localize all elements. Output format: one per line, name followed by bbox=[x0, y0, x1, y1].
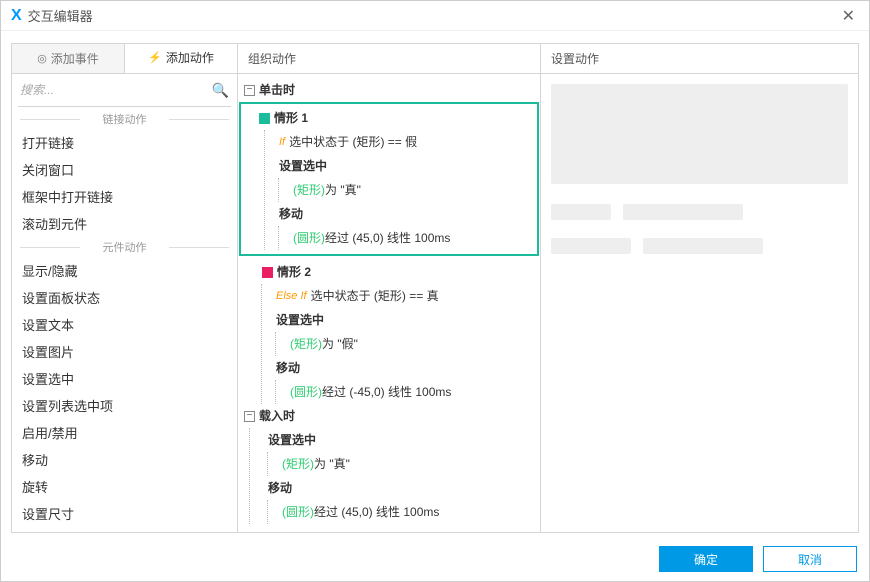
load-a2-target: (圆形) bbox=[282, 502, 314, 522]
collapse-icon[interactable]: − bbox=[244, 411, 255, 422]
load-action1-label[interactable]: 设置选中 bbox=[262, 428, 540, 452]
event-onclick-label: 单击时 bbox=[259, 80, 295, 100]
case2-a1-rest: 为 "假" bbox=[322, 334, 358, 354]
action-tree: − 单击时 情形 1 If 选中状态于 (矩形) == 假 设置选中 bbox=[238, 74, 540, 532]
right-header: 设置动作 bbox=[541, 44, 858, 74]
elseif-keyword: Else If bbox=[276, 286, 307, 306]
app-logo-icon: X bbox=[11, 7, 22, 25]
tab-add-event[interactable]: ◎ 添加事件 bbox=[12, 44, 125, 73]
mid-panel: 组织动作 − 单击时 情形 1 If 选中状态于 (矩形) bbox=[238, 43, 541, 533]
action-open-link[interactable]: 打开链接 bbox=[12, 129, 237, 156]
case2-cond-text: 选中状态于 (矩形) == 真 bbox=[311, 286, 439, 306]
case2-name: 情形 2 bbox=[277, 262, 311, 282]
if-keyword: If bbox=[279, 132, 285, 152]
event-onload[interactable]: − 载入时 bbox=[238, 404, 540, 428]
case2-a2-rest: 经过 (-45,0) 线性 100ms bbox=[322, 382, 451, 402]
case1-action1-label[interactable]: 设置选中 bbox=[273, 154, 537, 178]
tab-add-action-label: 添加动作 bbox=[166, 49, 214, 66]
load-a1-rest: 为 "真" bbox=[314, 454, 350, 474]
placeholder-block bbox=[551, 84, 848, 184]
load-a1-target: (矩形) bbox=[282, 454, 314, 474]
placeholder-block bbox=[551, 204, 611, 220]
load-a2-rest: 经过 (45,0) 线性 100ms bbox=[314, 502, 439, 522]
case-badge-icon bbox=[259, 113, 270, 124]
ok-button[interactable]: 确定 bbox=[659, 546, 753, 572]
action-list: 链接动作 打开链接 关闭窗口 框架中打开链接 滚动到元件 元件动作 显示/隐藏 … bbox=[12, 109, 237, 532]
case2-action1-detail[interactable]: (矩形) 为 "假" bbox=[284, 332, 540, 356]
case1-name: 情形 1 bbox=[274, 108, 308, 128]
action-scroll-to[interactable]: 滚动到元件 bbox=[12, 210, 237, 237]
content-area: ◎ 添加事件 ⚡ 添加动作 🔍 链接动作 打开链接 关闭窗口 框架中打开链接 滚… bbox=[1, 31, 869, 537]
case1-a1-target: (矩形) bbox=[293, 180, 325, 200]
case1-box[interactable]: 情形 1 If 选中状态于 (矩形) == 假 设置选中 (矩形) 为 "真" bbox=[239, 102, 539, 256]
interaction-editor-window: X 交互编辑器 ✕ ◎ 添加事件 ⚡ 添加动作 🔍 链接动作 bbox=[0, 0, 870, 582]
case2-a1-target: (矩形) bbox=[290, 334, 322, 354]
event-onload-label: 载入时 bbox=[259, 406, 295, 426]
action-set-list-selected[interactable]: 设置列表选中项 bbox=[12, 392, 237, 419]
load-action1-detail[interactable]: (矩形) 为 "真" bbox=[276, 452, 540, 476]
search-icon[interactable]: 🔍 bbox=[212, 82, 229, 99]
case1-a2-target: (圆形) bbox=[293, 228, 325, 248]
action-set-panel-state[interactable]: 设置面板状态 bbox=[12, 284, 237, 311]
tab-add-action[interactable]: ⚡ 添加动作 bbox=[125, 44, 237, 73]
case1-a2-rest: 经过 (45,0) 线性 100ms bbox=[325, 228, 450, 248]
collapse-icon[interactable]: − bbox=[244, 85, 255, 96]
case2-action1-label[interactable]: 设置选中 bbox=[270, 308, 540, 332]
tab-add-event-label: 添加事件 bbox=[51, 50, 99, 67]
close-icon[interactable]: ✕ bbox=[838, 6, 859, 26]
case1-a1-rest: 为 "真" bbox=[325, 180, 361, 200]
case2-action2-label[interactable]: 移动 bbox=[270, 356, 540, 380]
action-set-size[interactable]: 设置尺寸 bbox=[12, 500, 237, 527]
action-set-image[interactable]: 设置图片 bbox=[12, 338, 237, 365]
placeholder-block bbox=[551, 238, 631, 254]
case2-row[interactable]: 情形 2 bbox=[256, 260, 540, 284]
case1-action2-detail[interactable]: (圆形) 经过 (45,0) 线性 100ms bbox=[287, 226, 537, 250]
action-close-window[interactable]: 关闭窗口 bbox=[12, 156, 237, 183]
case2-a2-target: (圆形) bbox=[290, 382, 322, 402]
section-widget-actions: 元件动作 bbox=[12, 237, 237, 257]
case1-action2-label[interactable]: 移动 bbox=[273, 202, 537, 226]
action-rotate[interactable]: 旋转 bbox=[12, 473, 237, 500]
action-show-hide[interactable]: 显示/隐藏 bbox=[12, 257, 237, 284]
action-set-text[interactable]: 设置文本 bbox=[12, 311, 237, 338]
case1-cond-text: 选中状态于 (矩形) == 假 bbox=[289, 132, 417, 152]
case1-condition[interactable]: If 选中状态于 (矩形) == 假 bbox=[273, 130, 537, 154]
cancel-button[interactable]: 取消 bbox=[763, 546, 857, 572]
placeholder-block bbox=[643, 238, 763, 254]
titlebar: X 交互编辑器 ✕ bbox=[1, 1, 869, 31]
footer: 确定 取消 bbox=[1, 537, 869, 581]
left-panel: ◎ 添加事件 ⚡ 添加动作 🔍 链接动作 打开链接 关闭窗口 框架中打开链接 滚… bbox=[11, 43, 238, 533]
search-input[interactable] bbox=[20, 83, 212, 97]
section-link-actions: 链接动作 bbox=[12, 109, 237, 129]
target-icon: ◎ bbox=[37, 52, 47, 65]
mid-header: 组织动作 bbox=[238, 44, 540, 74]
load-action2-label[interactable]: 移动 bbox=[262, 476, 540, 500]
window-title: 交互编辑器 bbox=[28, 6, 93, 25]
load-action2-detail[interactable]: (圆形) 经过 (45,0) 线性 100ms bbox=[276, 500, 540, 524]
lightning-icon: ⚡ bbox=[148, 51, 162, 64]
action-move[interactable]: 移动 bbox=[12, 446, 237, 473]
case2-action2-detail[interactable]: (圆形) 经过 (-45,0) 线性 100ms bbox=[284, 380, 540, 404]
separator bbox=[18, 106, 231, 107]
left-tabs: ◎ 添加事件 ⚡ 添加动作 bbox=[12, 44, 237, 74]
action-open-in-frame[interactable]: 框架中打开链接 bbox=[12, 183, 237, 210]
search-row: 🔍 bbox=[12, 74, 237, 106]
case2-condition[interactable]: Else If 选中状态于 (矩形) == 真 bbox=[270, 284, 540, 308]
placeholder-block bbox=[623, 204, 743, 220]
action-bring-front-back[interactable]: 置于顶层/底层 bbox=[12, 527, 237, 532]
case1-action1-detail[interactable]: (矩形) 为 "真" bbox=[287, 178, 537, 202]
event-onclick[interactable]: − 单击时 bbox=[238, 78, 540, 102]
case-badge-icon bbox=[262, 267, 273, 278]
action-enable-disable[interactable]: 启用/禁用 bbox=[12, 419, 237, 446]
settings-placeholder-area bbox=[541, 74, 858, 264]
right-panel: 设置动作 bbox=[541, 43, 859, 533]
action-set-selected[interactable]: 设置选中 bbox=[12, 365, 237, 392]
